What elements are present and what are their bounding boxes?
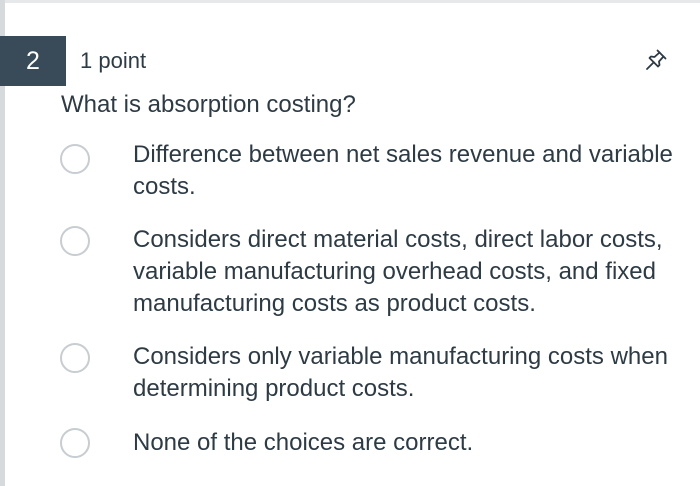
answer-option-label[interactable]: Considers direct material costs, direct … [133, 224, 678, 320]
question-number-badge: 2 [0, 36, 66, 86]
radio-button[interactable] [60, 428, 90, 458]
radio-button[interactable] [60, 226, 90, 256]
question-number: 2 [26, 46, 40, 75]
pin-icon-svg [646, 49, 667, 70]
radio-button[interactable] [60, 343, 90, 373]
answer-option-label[interactable]: Difference between net sales revenue and… [133, 139, 678, 203]
question-text: What is absorption costing? [61, 91, 356, 118]
answer-option-label[interactable]: None of the choices are correct. [133, 427, 678, 459]
answer-option-label[interactable]: Considers only variable manufacturing co… [133, 341, 678, 405]
radio-button[interactable] [60, 144, 90, 174]
top-border [0, 0, 700, 3]
question-points: 1 point [80, 48, 147, 73]
pin-icon[interactable] [642, 46, 670, 74]
